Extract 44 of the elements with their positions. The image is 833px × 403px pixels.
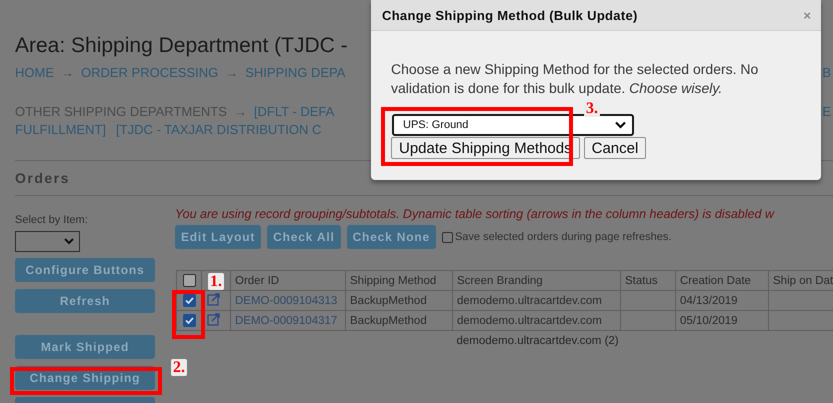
table-cell: BackupMethod [350, 314, 427, 326]
department-link[interactable]: [DFLT - DEFA [254, 103, 334, 121]
page-title: Area: Shipping Department (TJDC - [15, 33, 348, 59]
dialog-title: Change Shipping Method (Bulk Update) [382, 8, 638, 22]
breadcrumb-arrow: → [61, 64, 74, 82]
column-header: Creation Date [680, 274, 751, 286]
table-cell: demodemo.ultracartdev.com [457, 314, 602, 326]
department-link[interactable]: E [822, 103, 831, 121]
breadcrumb-link[interactable]: SHIPPING DEPA [245, 64, 346, 82]
toolbar-button[interactable]: Check All [267, 225, 341, 249]
sidebar-button[interactable]: Configure Buttons [15, 258, 155, 282]
column-header: Ship on Dat [773, 274, 833, 286]
toolbar-button[interactable]: Edit Layout [175, 225, 262, 249]
department-link[interactable]: FULFILLMENT] [15, 121, 106, 139]
toolbar-button[interactable]: Check None [346, 225, 436, 249]
subtotal-label: demodemo.ultracartdev.com (2) [456, 334, 619, 346]
table-cell: 04/13/2019 [680, 294, 738, 306]
departments-arrow: → [234, 103, 247, 121]
dialog-message: Choose a new Shipping Method for the selected orders. No validation is done for this bulk update. Choose wisely. [391, 60, 760, 98]
select-label: Select by Item: [15, 213, 88, 227]
shipping-method-select[interactable]: UPS: Ground [392, 114, 634, 136]
table-cell: demodemo.ultracartdev.com [457, 294, 602, 306]
step-number: 1. [208, 273, 224, 290]
column-header: Screen Branding [457, 274, 543, 286]
step-number: 3. [584, 100, 600, 117]
dialog-button[interactable]: Update Shipping Methods [391, 137, 580, 159]
breadcrumb-link[interactable]: HOME [15, 64, 54, 82]
section-title: Orders [15, 169, 70, 187]
breadcrumb-link[interactable]: B [822, 64, 831, 82]
dialog-button[interactable]: Cancel [584, 137, 646, 159]
column-header: Status [625, 274, 658, 286]
breadcrumb-link[interactable]: ORDER PROCESSING [81, 64, 218, 82]
step-number: 2. [171, 359, 187, 376]
department-link[interactable]: [TJDC - TAXJAR DISTRIBUTION C [116, 121, 322, 139]
grouping-notice: You are using record grouping/subtotals. Dynamic table sorting (arrows in the column headers) is disabled w [175, 206, 774, 222]
table-cell: BackupMethod [350, 294, 427, 306]
checkbox-label: Save selected orders during page refreshes. [454, 231, 672, 243]
sidebar-button[interactable]: Refresh [15, 289, 155, 313]
column-header: Shipping Method [350, 274, 436, 286]
sidebar-button[interactable]: Mark Shipped [15, 335, 155, 359]
breadcrumb-arrow: → [225, 64, 238, 82]
table-cell: 05/10/2019 [680, 314, 738, 326]
close-button[interactable]: × [803, 8, 811, 22]
column-header: Order ID [235, 274, 280, 286]
